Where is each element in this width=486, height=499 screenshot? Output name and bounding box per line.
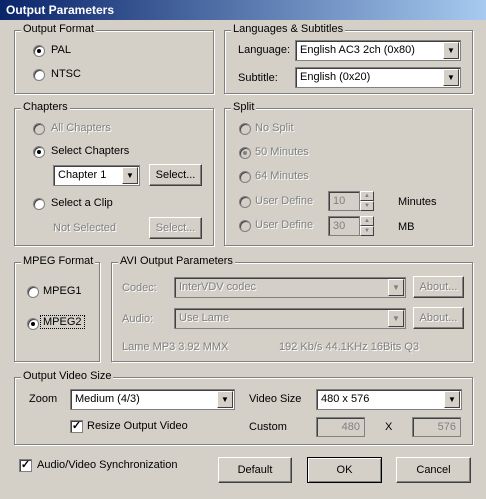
split-mb-spinner[interactable]: ▲ ▼ — [360, 216, 374, 236]
chevron-down-icon[interactable]: ▼ — [388, 279, 404, 296]
zoom-select[interactable]: Medium (4/3) ▼ — [70, 389, 235, 410]
chapter-select[interactable]: Chapter 1 ▼ — [53, 165, 140, 186]
video-size-value: 480 x 576 — [321, 393, 370, 405]
no-split-label[interactable]: No Split — [255, 122, 294, 134]
audio-select[interactable]: Use Lame ▼ — [174, 308, 406, 329]
audio-about-button[interactable]: About... — [413, 307, 464, 329]
av-sync-checkbox[interactable]: ✓ — [19, 459, 32, 472]
split-50-label[interactable]: 50 Minutes — [255, 146, 309, 158]
default-button[interactable]: Default — [218, 457, 292, 483]
video-size-label: Video Size — [249, 393, 302, 405]
split-legend: Split — [231, 101, 257, 113]
minutes-unit-label: Minutes — [398, 196, 437, 208]
pal-label[interactable]: PAL — [51, 44, 71, 56]
user-define-mb-label[interactable]: User Define — [255, 219, 313, 231]
split-64-radio[interactable] — [239, 171, 251, 183]
language-label: Language: — [238, 44, 290, 56]
mpeg2-label[interactable]: MPEG2 — [40, 315, 85, 329]
split-minutes-spinner[interactable]: ▲ ▼ — [360, 191, 374, 211]
custom-height-input[interactable]: 576 — [412, 417, 461, 437]
zoom-value: Medium (4/3) — [75, 393, 140, 405]
cancel-button[interactable]: Cancel — [396, 457, 471, 483]
chevron-down-icon[interactable]: ▼ — [122, 167, 138, 184]
output-format-group: Output Format — [14, 23, 214, 94]
no-split-radio[interactable] — [239, 123, 251, 135]
user-define-minutes-label[interactable]: User Define — [255, 195, 313, 207]
split-50-radio[interactable] — [239, 147, 251, 159]
video-size-group: Output Video Size — [14, 370, 473, 445]
language-value: English AC3 2ch (0x80) — [300, 44, 415, 56]
video-size-select[interactable]: 480 x 576 ▼ — [316, 389, 462, 410]
custom-x-label: X — [385, 421, 393, 433]
ntsc-radio[interactable] — [33, 69, 45, 81]
output-format-legend: Output Format — [21, 23, 96, 35]
chevron-down-icon[interactable]: ▼ — [444, 391, 460, 408]
split-64-label[interactable]: 64 Minutes — [255, 170, 309, 182]
mpeg-format-legend: MPEG Format — [21, 255, 96, 267]
select-clip-radio[interactable] — [33, 198, 45, 210]
spin-down-icon[interactable]: ▼ — [360, 226, 374, 236]
select-chapters-radio[interactable] — [33, 146, 45, 158]
all-chapters-label[interactable]: All Chapters — [51, 122, 111, 134]
chevron-down-icon[interactable]: ▼ — [443, 69, 459, 86]
spin-down-icon[interactable]: ▼ — [360, 201, 374, 211]
zoom-label: Zoom — [29, 393, 58, 405]
subtitle-label: Subtitle: — [238, 72, 278, 84]
select-chapters-button[interactable]: Select... — [149, 164, 202, 186]
spin-up-icon[interactable]: ▲ — [360, 191, 374, 201]
resize-output-label[interactable]: Resize Output Video — [87, 420, 188, 432]
spin-up-icon[interactable]: ▲ — [360, 216, 374, 226]
av-sync-label[interactable]: Audio/Video Synchronization — [37, 459, 177, 471]
codec-value: InterVDV codec — [179, 281, 257, 293]
mb-unit-label: MB — [398, 221, 415, 233]
select-chapters-label[interactable]: Select Chapters — [51, 145, 129, 157]
chevron-down-icon[interactable]: ▼ — [443, 42, 459, 59]
subtitle-select[interactable]: English (0x20) ▼ — [295, 67, 461, 88]
mpeg1-label[interactable]: MPEG1 — [43, 285, 82, 297]
select-clip-button[interactable]: Select... — [149, 217, 202, 239]
split-mb-input[interactable]: 30 — [328, 216, 360, 236]
clip-status-text: Not Selected — [53, 222, 116, 234]
ntsc-label[interactable]: NTSC — [51, 68, 81, 80]
resize-output-checkbox[interactable]: ✓ — [70, 420, 83, 433]
chevron-down-icon[interactable]: ▼ — [388, 310, 404, 327]
mpeg2-radio[interactable] — [27, 318, 39, 330]
codec-label: Codec: — [122, 282, 157, 294]
codec-about-button[interactable]: About... — [413, 276, 464, 298]
avi-legend: AVI Output Parameters — [118, 255, 235, 267]
custom-label: Custom — [249, 421, 287, 433]
audio-rate-text: 192 Kb/s 44.1KHz 16Bits Q3 — [279, 341, 420, 353]
mpeg1-radio[interactable] — [27, 286, 39, 298]
audio-info-text: Lame MP3 3.92 MMX — [122, 341, 229, 353]
chapters-legend: Chapters — [21, 101, 70, 113]
user-define-minutes-radio[interactable] — [239, 196, 251, 208]
codec-select[interactable]: InterVDV codec ▼ — [174, 277, 406, 298]
split-minutes-input[interactable]: 10 — [328, 191, 360, 211]
languages-legend: Languages & Subtitles — [231, 23, 346, 35]
video-size-legend: Output Video Size — [21, 370, 114, 382]
language-select[interactable]: English AC3 2ch (0x80) ▼ — [295, 40, 461, 61]
mpeg-format-group: MPEG Format — [14, 255, 100, 362]
subtitle-value: English (0x20) — [300, 71, 371, 83]
chevron-down-icon[interactable]: ▼ — [217, 391, 233, 408]
select-clip-label[interactable]: Select a Clip — [51, 197, 113, 209]
window-title: Output Parameters — [0, 0, 486, 20]
audio-label: Audio: — [122, 313, 154, 325]
ok-button[interactable]: OK — [307, 457, 382, 483]
audio-value: Use Lame — [179, 312, 230, 324]
all-chapters-radio[interactable] — [33, 123, 45, 135]
chapter-value: Chapter 1 — [58, 169, 107, 181]
pal-radio[interactable] — [33, 45, 45, 57]
user-define-mb-radio[interactable] — [239, 220, 251, 232]
custom-width-input[interactable]: 480 — [316, 417, 365, 437]
